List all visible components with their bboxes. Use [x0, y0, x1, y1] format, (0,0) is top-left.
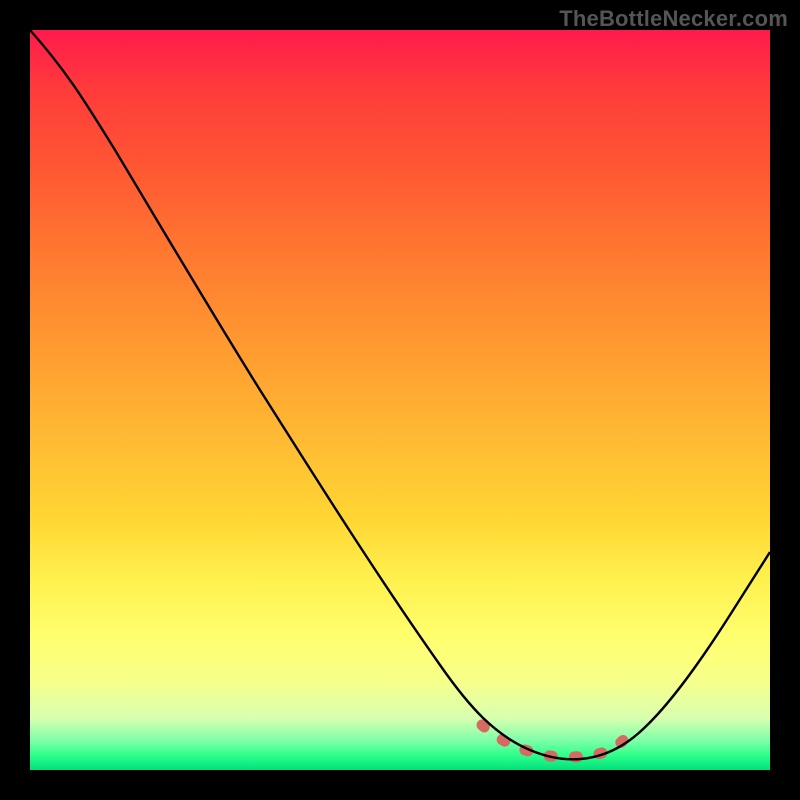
chart-svg	[30, 30, 770, 770]
bottleneck-curve	[30, 30, 770, 759]
chart-frame: TheBottleNecker.com	[0, 0, 800, 800]
watermark-text: TheBottleNecker.com	[559, 6, 788, 32]
plot-area	[30, 30, 770, 770]
